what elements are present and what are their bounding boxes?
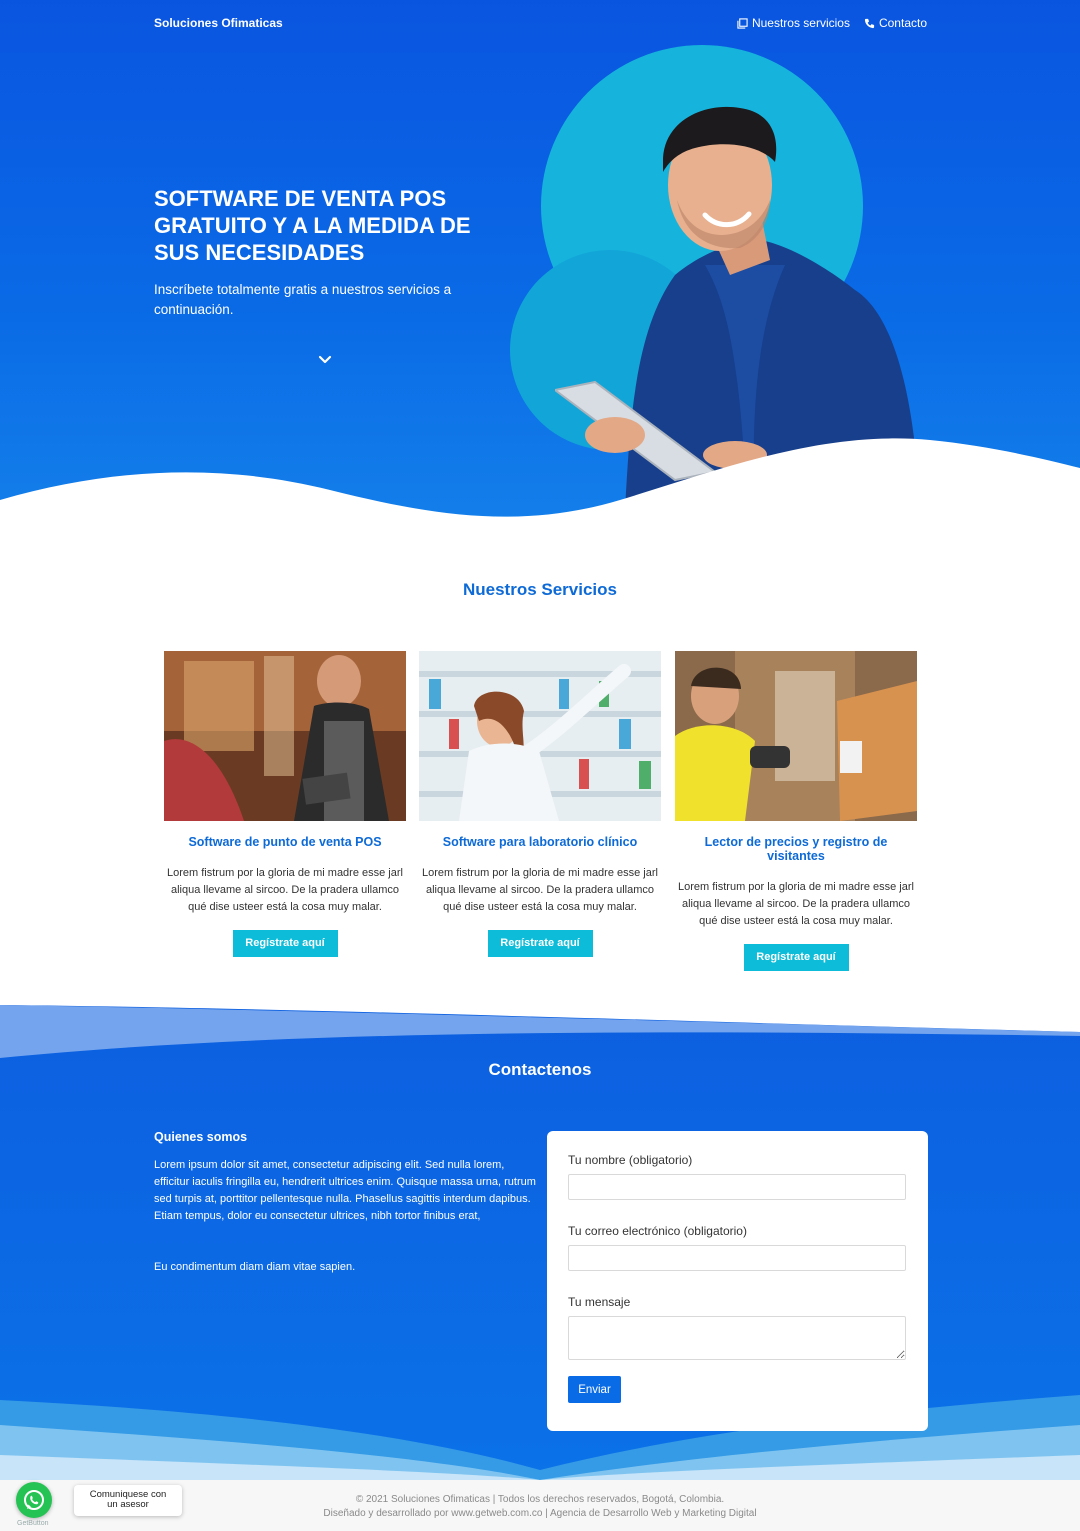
email-label: Tu correo electrónico (obligatorio) <box>568 1224 747 1238</box>
service-card-pos: Software de punto de venta POS Lorem fis… <box>164 651 406 957</box>
whatsapp-button[interactable] <box>16 1482 52 1518</box>
register-button[interactable]: Regístrate aquí <box>487 930 593 957</box>
contact-form: Tu nombre (obligatorio) Tu correo electr… <box>547 1131 928 1431</box>
service-card-title: Lector de precios y registro de visitant… <box>704 835 888 863</box>
whatsapp-icon <box>24 1490 44 1510</box>
nav-link-label: Nuestros servicios <box>751 16 850 30</box>
hero-section: Soluciones Ofimaticas Nuestros servicios… <box>0 0 1080 530</box>
hero-title: SOFTWARE DE VENTA POS GRATUITO Y A LA ME… <box>154 186 471 265</box>
top-navigation: Nuestros servicios Contacto <box>737 16 927 30</box>
contact-section-title: Contactenos <box>488 1060 592 1079</box>
about-text-secondary: Eu condimentum diam diam vitae sapien. <box>154 1261 356 1273</box>
services-section-title: Nuestros Servicios <box>462 580 617 599</box>
nav-link-services[interactable]: Nuestros servicios <box>737 16 850 30</box>
service-image-pos <box>164 651 406 821</box>
service-card-text: Lorem fistrum por la gloria de mi madre … <box>678 881 914 927</box>
tooltip-line: un asesor <box>107 1499 149 1510</box>
about-text: Lorem ipsum dolor sit amet, consectetur … <box>154 1159 536 1222</box>
message-label: Tu mensaje <box>568 1295 631 1309</box>
register-button[interactable]: Regístrate aquí <box>232 930 338 957</box>
hero-subtitle: Inscríbete totalmente gratis a nuestros … <box>154 282 452 317</box>
service-card-title: Software de punto de venta POS <box>188 835 382 849</box>
brand-logo-text[interactable]: Soluciones Ofimaticas <box>154 16 283 30</box>
service-card-text: Lorem fistrum por la gloria de mi madre … <box>167 867 403 913</box>
service-image-lab <box>419 651 661 821</box>
phone-icon <box>864 18 875 28</box>
name-label: Tu nombre (obligatorio) <box>568 1153 693 1167</box>
about-title: Quienes somos <box>154 1130 248 1144</box>
service-card-reader: Lector de precios y registro de visitant… <box>675 651 917 971</box>
service-image-reader <box>675 651 917 821</box>
nav-link-contact[interactable]: Contacto <box>864 16 927 30</box>
chevron-down-icon[interactable] <box>317 352 333 368</box>
submit-button[interactable]: Enviar <box>568 1376 621 1403</box>
service-card-text: Lorem fistrum por la gloria de mi madre … <box>422 867 658 913</box>
register-button[interactable]: Regístrate aquí <box>743 944 849 971</box>
service-card-lab: Software para laboratorio clínico Lorem … <box>419 651 661 957</box>
email-field[interactable] <box>568 1245 906 1271</box>
name-field[interactable] <box>568 1174 906 1200</box>
service-card-title: Software para laboratorio clínico <box>442 835 638 849</box>
message-field[interactable] <box>568 1316 906 1360</box>
whatsapp-tooltip[interactable]: Comuniquese con un asesor <box>74 1485 182 1516</box>
getbutton-credit[interactable]: GetButton <box>17 1520 49 1527</box>
nav-link-label: Contacto <box>878 16 927 30</box>
copy-icon <box>737 17 748 29</box>
